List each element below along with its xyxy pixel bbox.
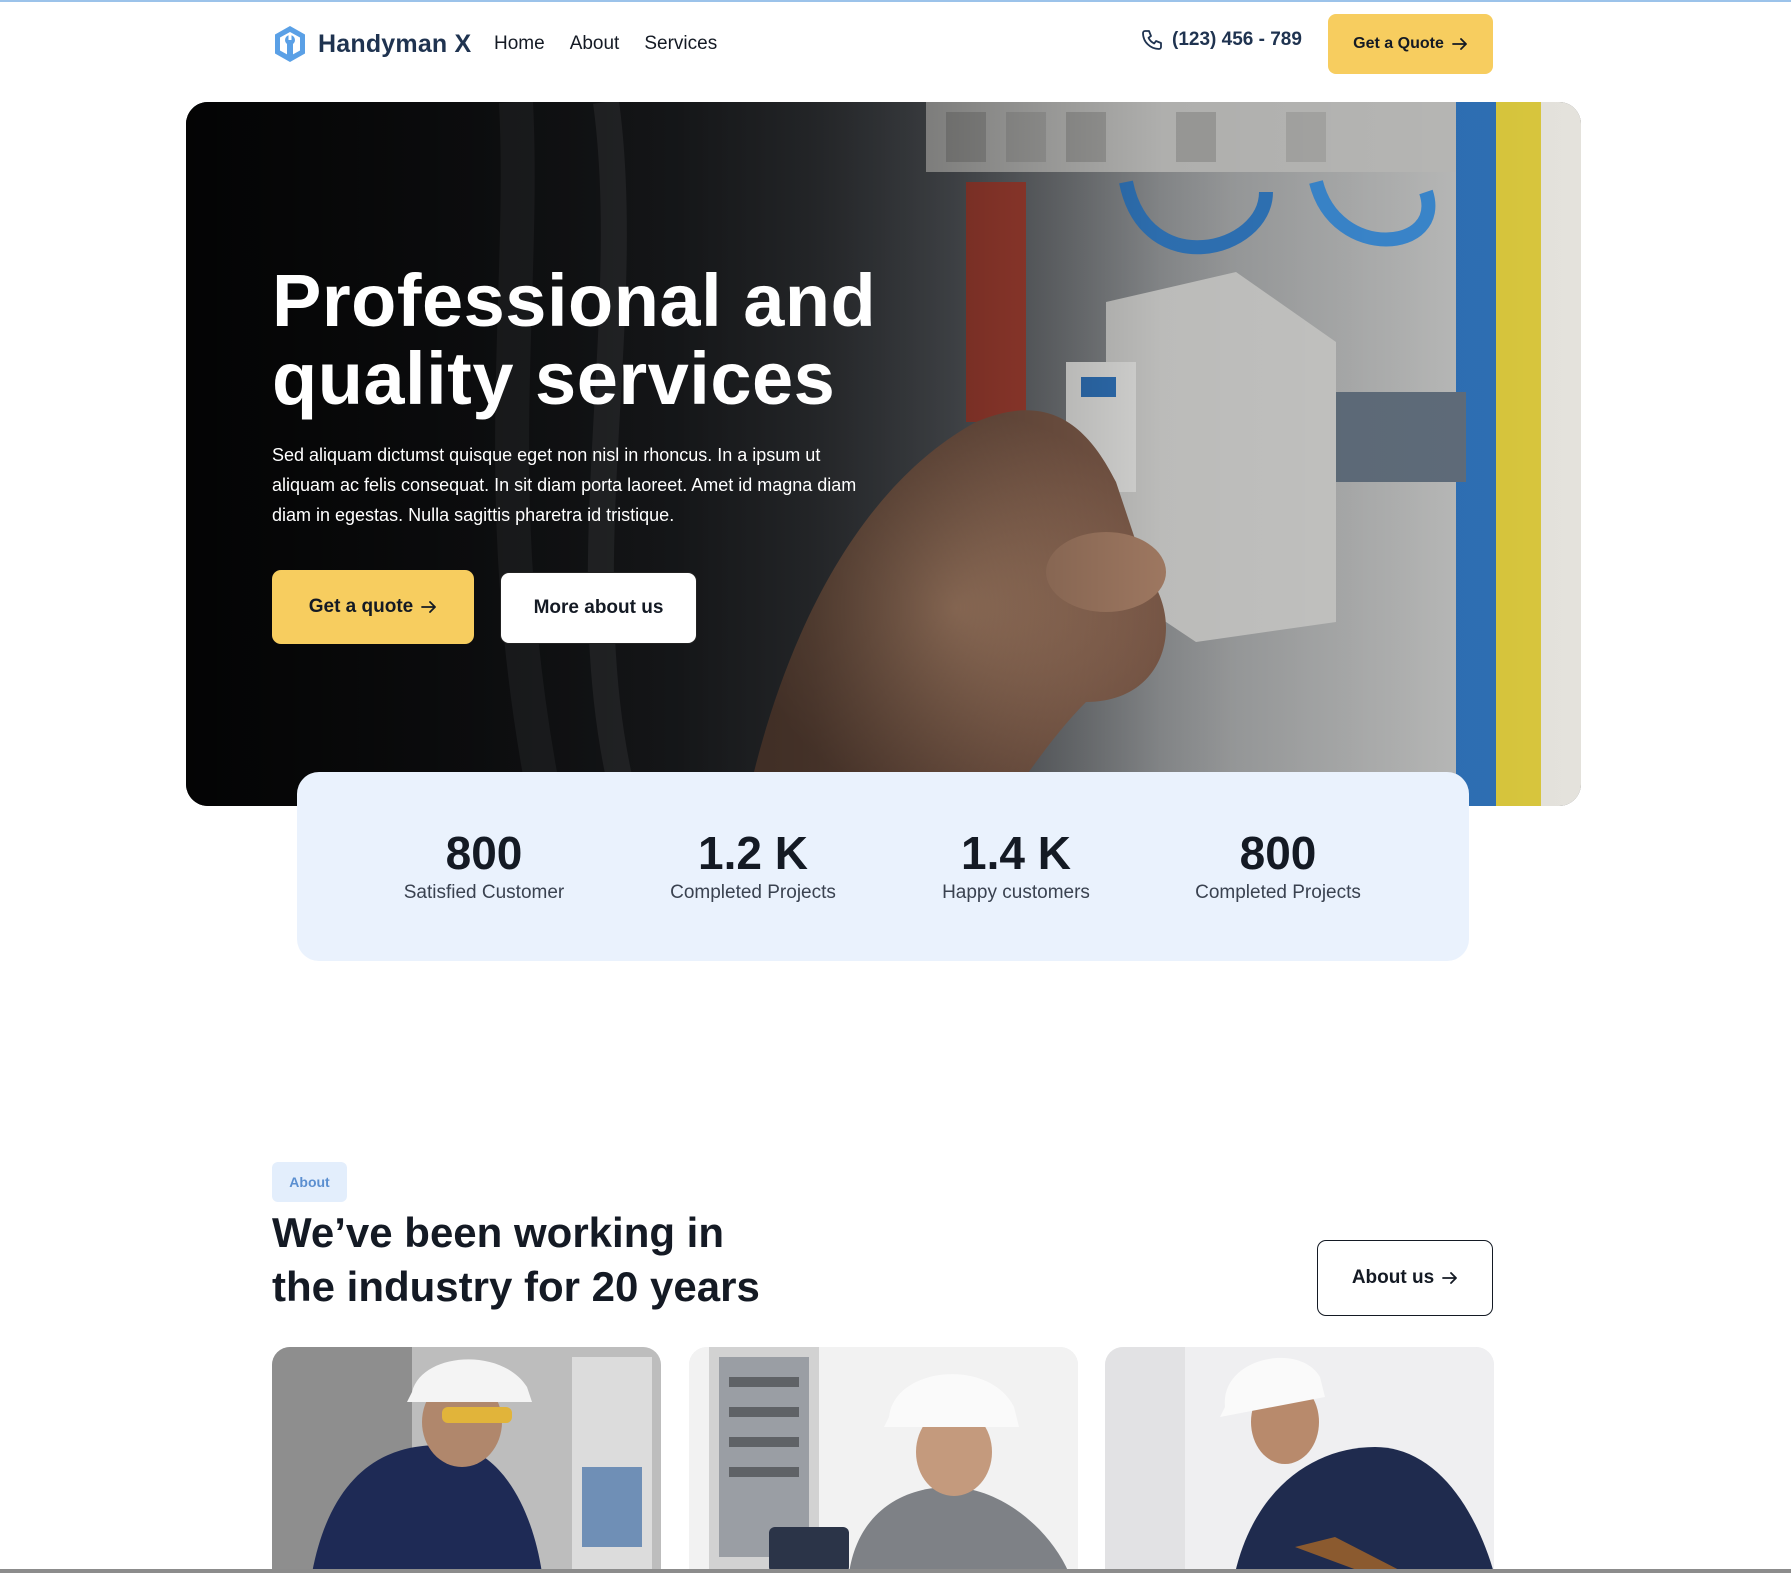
about-photo-card xyxy=(689,1347,1078,1573)
get-quote-button[interactable]: Get a Quote xyxy=(1328,14,1493,74)
nav-about[interactable]: About xyxy=(570,30,620,58)
stat-label: Completed Projects xyxy=(1195,882,1361,903)
stat-label: Happy customers xyxy=(942,882,1090,903)
hero-section: Professional and quality services Sed al… xyxy=(186,102,1581,806)
hero-get-quote-label: Get a quote xyxy=(308,596,414,617)
about-heading: We’ve been working in the industry for 2… xyxy=(272,1206,832,1314)
arrow-right-icon xyxy=(1451,38,1467,50)
arrow-right-icon xyxy=(421,601,437,613)
about-photo-card xyxy=(272,1347,661,1573)
phone-contact[interactable]: (123) 456 - 789 xyxy=(1140,28,1302,52)
hero-get-quote-button[interactable]: Get a quote xyxy=(272,570,474,644)
hero-title: Professional and quality services xyxy=(272,262,972,418)
get-quote-label: Get a Quote xyxy=(1353,35,1444,52)
about-us-label: About us xyxy=(1351,1267,1435,1288)
nav-services[interactable]: Services xyxy=(644,30,717,58)
about-heading-line2: the industry for 20 years xyxy=(272,1263,760,1310)
hero-title-line2: quality services xyxy=(272,337,836,420)
stat-value: 800 xyxy=(445,827,523,879)
electrician-photo-1 xyxy=(272,1347,661,1573)
site-header: Handyman X Home About Services (123) 456… xyxy=(0,0,1791,100)
stat-value: 1.4 K xyxy=(961,827,1071,879)
stat-item: 800 Completed Projects xyxy=(1158,826,1398,904)
stat-value: 1.2 K xyxy=(698,827,808,879)
hexagon-wrench-icon xyxy=(275,26,305,62)
logo[interactable]: Handyman X xyxy=(272,24,471,64)
stat-value: 800 xyxy=(1239,827,1317,879)
section-tag-about: About xyxy=(272,1162,347,1202)
stat-item: 1.2 K Completed Projects xyxy=(633,826,873,904)
hero-title-line1: Professional and xyxy=(272,259,877,342)
stat-item: 800 Satisfied Customer xyxy=(364,826,604,904)
more-about-us-button[interactable]: More about us xyxy=(500,572,697,644)
stat-label: Satisfied Customer xyxy=(403,882,565,903)
about-photo-card xyxy=(1105,1347,1494,1573)
phone-icon xyxy=(1142,30,1162,50)
arrow-right-icon xyxy=(1442,1272,1458,1284)
stat-label: Completed Projects xyxy=(670,882,836,903)
nav-home[interactable]: Home xyxy=(494,30,545,58)
window-bottom-edge xyxy=(0,1569,1791,1573)
brand-name: Handyman X xyxy=(318,29,472,58)
about-heading-line1: We’ve been working in xyxy=(272,1209,724,1256)
stats-panel: 800 Satisfied Customer 1.2 K Completed P… xyxy=(297,772,1469,961)
phone-number: (123) 456 - 789 xyxy=(1172,29,1302,50)
electrician-photo-3 xyxy=(1105,1347,1494,1573)
hero-description: Sed aliquam dictumst quisque eget non ni… xyxy=(272,445,857,525)
electrician-photo-2 xyxy=(689,1347,1078,1573)
main-nav: Home About Services xyxy=(494,30,717,58)
about-us-button[interactable]: About us xyxy=(1317,1240,1493,1316)
stat-item: 1.4 K Happy customers xyxy=(896,826,1136,904)
